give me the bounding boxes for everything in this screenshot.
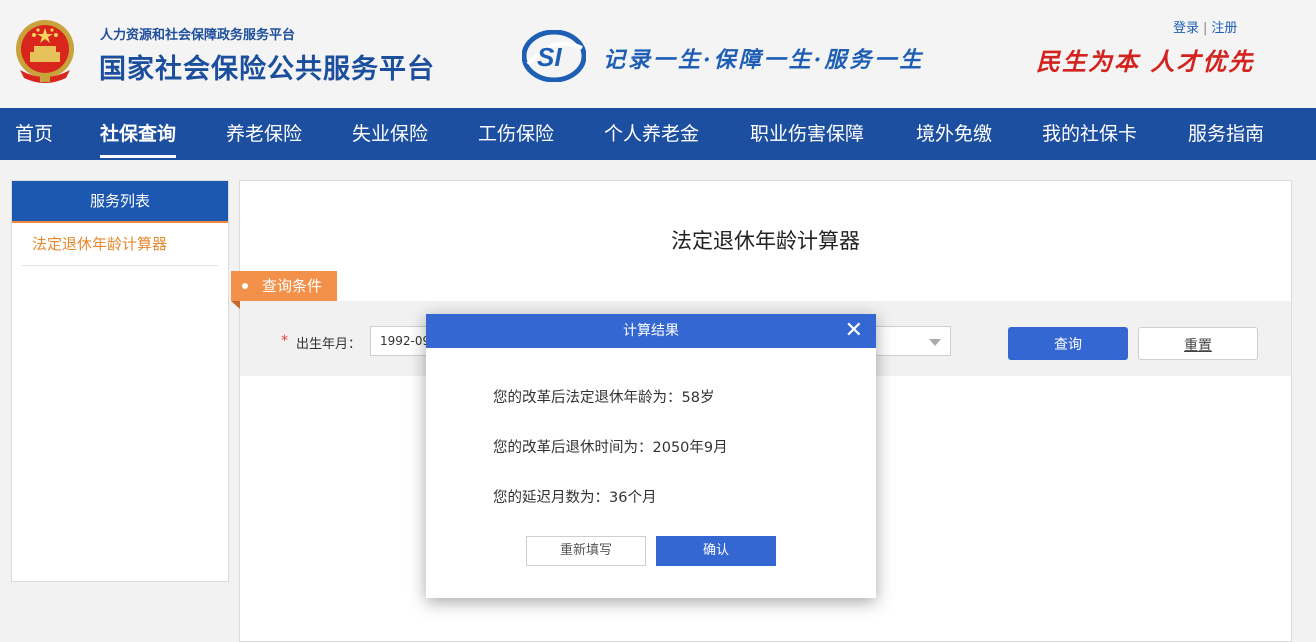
ministry-name: 人力资源和社会保障政务服务平台 <box>100 28 296 43</box>
platform-title: 国家社会保险公共服务平台 <box>99 54 435 85</box>
page-title: 法定退休年龄计算器 <box>671 229 860 253</box>
nav-item-occupational-injury[interactable]: 职业伤害保障 <box>750 108 864 160</box>
result-dialog: 计算结果 ✕ 您的改革后法定退休年龄为：58岁 您的改革后退休时间为：2050年… <box>426 314 876 598</box>
birth-date-label: 出生年月： <box>296 337 362 352</box>
query-conditions-tab: 查询条件 <box>231 271 337 309</box>
retirement-date-result: 您的改革后退休时间为：2050年9月 <box>493 440 728 456</box>
main-nav: 首页 社保查询 养老保险 失业保险 工伤保险 个人养老金 职业伤害保障 境外免缴… <box>0 108 1316 160</box>
dialog-title: 计算结果 <box>623 323 679 339</box>
refill-button[interactable]: 重新填写 <box>526 536 646 566</box>
national-emblem-icon <box>16 20 74 83</box>
nav-item-personal-pension[interactable]: 个人养老金 <box>604 108 699 160</box>
motto: 民生为本 人才优先 <box>1036 47 1255 76</box>
svg-text:SI: SI <box>537 42 562 72</box>
required-mark: * <box>281 333 288 349</box>
query-button[interactable]: 查询 <box>1008 327 1128 360</box>
ribbon-fold <box>231 301 240 309</box>
auth-divider: | <box>1203 21 1208 36</box>
sidebar-item-retirement-calculator[interactable]: 法定退休年龄计算器 <box>22 223 218 266</box>
sidebar-title: 服务列表 <box>12 181 228 223</box>
nav-item-unemployment-insurance[interactable]: 失业保险 <box>352 108 428 160</box>
dialog-header: 计算结果 ✕ <box>426 314 876 348</box>
slogan: 记录一生·保障一生·服务一生 <box>603 47 925 73</box>
service-sidebar: 服务列表 法定退休年龄计算器 <box>11 180 229 582</box>
login-link[interactable]: 登录 <box>1173 21 1199 36</box>
nav-item-pension-insurance[interactable]: 养老保险 <box>226 108 302 160</box>
nav-item-social-security-query[interactable]: 社保查询 <box>100 108 177 160</box>
nav-item-overseas-exemption[interactable]: 境外免缴 <box>916 108 992 160</box>
auth-links: 登录 | 注册 <box>1173 17 1237 36</box>
si-logo-icon: SI <box>522 30 586 82</box>
confirm-button[interactable]: 确认 <box>656 536 776 566</box>
gender-select[interactable] <box>870 326 951 356</box>
register-link[interactable]: 注册 <box>1211 21 1237 36</box>
bullet-icon <box>242 283 248 289</box>
delay-months-result: 您的延迟月数为：36个月 <box>493 490 657 506</box>
chevron-down-icon <box>929 339 941 346</box>
nav-item-work-injury-insurance[interactable]: 工伤保险 <box>478 108 554 160</box>
nav-item-home[interactable]: 首页 <box>15 108 53 160</box>
site-header: 人力资源和社会保障政务服务平台 国家社会保险公共服务平台 SI 记录一生·保障一… <box>0 0 1316 108</box>
reset-button[interactable]: 重置 <box>1138 327 1258 360</box>
nav-item-service-guide[interactable]: 服务指南 <box>1188 108 1264 160</box>
close-icon[interactable]: ✕ <box>845 314 863 348</box>
retirement-age-result: 您的改革后法定退休年龄为：58岁 <box>493 390 715 406</box>
nav-item-my-social-card[interactable]: 我的社保卡 <box>1042 108 1137 160</box>
query-conditions-label: 查询条件 <box>262 277 323 295</box>
